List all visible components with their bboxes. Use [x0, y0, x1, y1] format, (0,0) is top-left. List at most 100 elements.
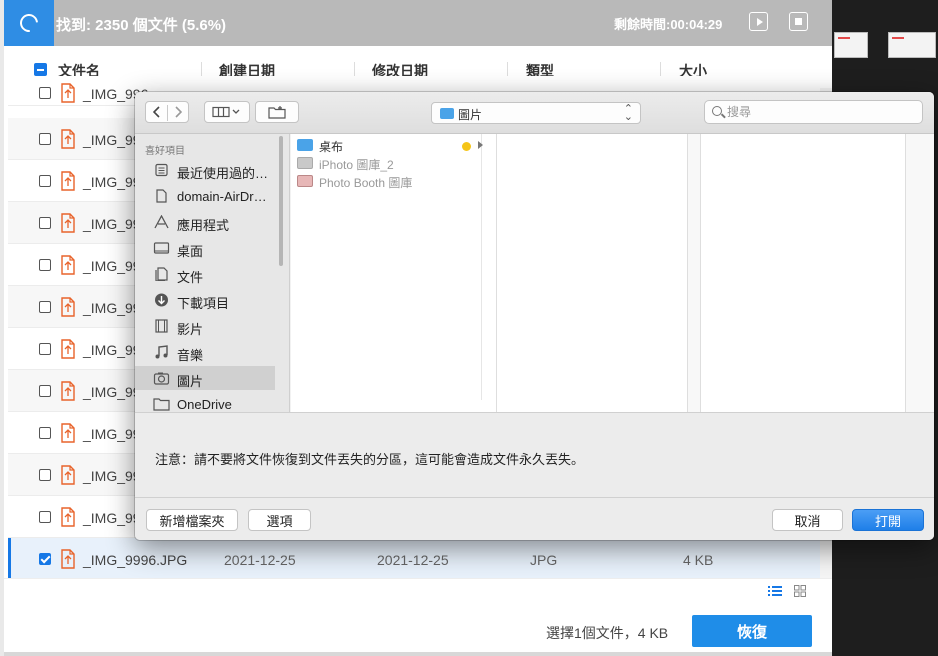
- pictures-icon: [153, 372, 170, 385]
- favorites-section-header: 喜好項目: [145, 146, 185, 157]
- row-checkbox[interactable]: [39, 553, 51, 565]
- image-file-icon: [61, 465, 75, 485]
- file-name: _IMG_99: [83, 216, 141, 232]
- location-popup[interactable]: 圖片 ⌃ ⌄: [431, 102, 641, 124]
- open-button[interactable]: 打開: [852, 509, 924, 531]
- row-checkbox[interactable]: [39, 427, 51, 439]
- image-file-icon: [61, 297, 75, 317]
- row-checkbox[interactable]: [39, 343, 51, 355]
- row-checkbox[interactable]: [39, 385, 51, 397]
- file-type: JPG: [530, 552, 558, 568]
- column-divider: [496, 134, 497, 412]
- cancel-button[interactable]: 取消: [772, 509, 843, 531]
- background-thumbnail: [888, 32, 936, 58]
- image-file-icon: [61, 549, 75, 569]
- new-folder-button[interactable]: 新增檔案夾: [146, 509, 238, 531]
- image-file-icon: [61, 507, 75, 527]
- sidebar-item[interactable]: 音樂: [135, 340, 275, 364]
- image-file-icon: [61, 83, 75, 103]
- background-thumbnail: [834, 32, 868, 58]
- sidebar-item[interactable]: 圖片: [135, 366, 275, 390]
- folder-icon: [297, 139, 313, 151]
- search-input[interactable]: [727, 104, 907, 120]
- movies-icon: [155, 319, 168, 333]
- file-name: _IMG_9996.JPG: [83, 552, 188, 568]
- file-name: _IMG_99: [83, 342, 141, 358]
- button-divider: [167, 105, 168, 121]
- sidebar-item-label: domain-AirDr…: [177, 189, 267, 204]
- resume-button[interactable]: [749, 12, 768, 31]
- browser-item[interactable]: 桌布: [297, 137, 483, 154]
- pictures-folder-icon: [440, 108, 454, 119]
- recents-icon: [155, 163, 168, 177]
- columns-view-icon: [212, 106, 240, 118]
- back-forward-buttons: [145, 101, 189, 123]
- image-file-icon: [61, 423, 75, 443]
- iphoto-library-icon: [297, 157, 313, 169]
- sidebar-item[interactable]: 桌面: [135, 236, 275, 260]
- sidebar-item-label: 文件: [177, 270, 204, 285]
- sidebar-item[interactable]: domain-AirDr…: [135, 184, 275, 208]
- dialog-sidebar: 喜好項目 最近使用過的… domain-AirDr… 應用程式桌面文件下載項目影片音…: [135, 134, 290, 412]
- search-icon: [712, 106, 722, 116]
- play-icon: [756, 17, 763, 26]
- browser-item[interactable]: Photo Booth 圖庫: [297, 173, 482, 190]
- browser-item[interactable]: iPhoto 圖庫_2: [297, 155, 482, 172]
- window-bottom-edge: [4, 652, 832, 656]
- row-checkbox[interactable]: [39, 133, 51, 145]
- documents-icon: [155, 267, 168, 281]
- row-checkbox[interactable]: [39, 259, 51, 271]
- stop-button[interactable]: [789, 12, 808, 31]
- file-size: 4 KB: [683, 552, 714, 568]
- search-field[interactable]: [704, 100, 923, 124]
- downloads-icon: [155, 293, 168, 307]
- row-checkbox[interactable]: [39, 217, 51, 229]
- refresh-icon: [16, 10, 42, 36]
- row-checkbox[interactable]: [39, 175, 51, 187]
- sidebar-item-label: 桌面: [177, 244, 204, 259]
- browser-item-label: 桌布: [319, 140, 344, 154]
- scan-status-bar: 找到: 2350 個文件 (5.6%) 剩餘時間:00:04:29: [4, 0, 832, 46]
- image-file-icon: [61, 381, 75, 401]
- back-icon[interactable]: [153, 106, 161, 118]
- new-folder-icon: [268, 105, 286, 119]
- sidebar-item[interactable]: 最近使用過的…: [135, 158, 275, 182]
- desktop-icon: [153, 242, 170, 254]
- sidebar-item[interactable]: 文件: [135, 262, 275, 286]
- row-checkbox[interactable]: [39, 87, 51, 99]
- list-view-icon[interactable]: [768, 585, 782, 597]
- file-name: _IMG_99: [83, 468, 141, 484]
- found-count: 找到: 2350 個文件 (5.6%): [56, 17, 227, 34]
- view-mode-button[interactable]: [204, 101, 250, 123]
- sidebar-scrollbar[interactable]: [279, 136, 283, 266]
- sidebar-item[interactable]: 應用程式: [135, 210, 275, 234]
- options-button[interactable]: 選項: [248, 509, 311, 531]
- disclosure-arrow-icon: [478, 141, 483, 149]
- document-icon: [156, 189, 167, 203]
- file-name: _IMG_99: [83, 132, 141, 148]
- browser-item-label: iPhoto 圖庫_2: [319, 158, 394, 172]
- sidebar-item-label: 應用程式: [177, 218, 230, 233]
- forward-icon[interactable]: [174, 106, 182, 118]
- row-checkbox[interactable]: [39, 511, 51, 523]
- sidebar-item[interactable]: 下載項目: [135, 288, 275, 312]
- sidebar-item-label: 影片: [177, 322, 204, 337]
- recover-button[interactable]: 恢復: [692, 615, 812, 647]
- row-checkbox[interactable]: [39, 301, 51, 313]
- sidebar-item[interactable]: 影片: [135, 314, 275, 338]
- grid-view-icon[interactable]: [794, 585, 806, 597]
- browser-item-label: Photo Booth 圖庫: [319, 176, 413, 190]
- warning-notice: 注意：請不要將文件恢復到文件丟失的分區，這可能會造成文件永久丟失。: [155, 452, 585, 467]
- file-name: _IMG_99: [83, 258, 141, 274]
- select-all-checkbox[interactable]: [34, 63, 47, 76]
- sidebar-item-label: 圖片: [177, 374, 204, 389]
- sidebar-item-label: 音樂: [177, 348, 204, 363]
- file-name: _IMG_99: [83, 300, 141, 316]
- remaining-time: 剩餘時間:00:04:29: [614, 17, 723, 32]
- row-checkbox[interactable]: [39, 469, 51, 481]
- open-file-dialog: 圖片 ⌃⌄ 喜好項目 最近使用過的… domain-AirDr… 應用程式桌面文件下…: [135, 92, 934, 540]
- image-file-icon: [61, 213, 75, 233]
- table-row[interactable]: _IMG_9996.JPG 2021-12-25 2021-12-25 JPG 4 KB: [8, 538, 820, 580]
- new-folder-toolbar-button[interactable]: [255, 101, 299, 123]
- chevron-updown-icon: ⌃ ⌄: [623, 103, 633, 123]
